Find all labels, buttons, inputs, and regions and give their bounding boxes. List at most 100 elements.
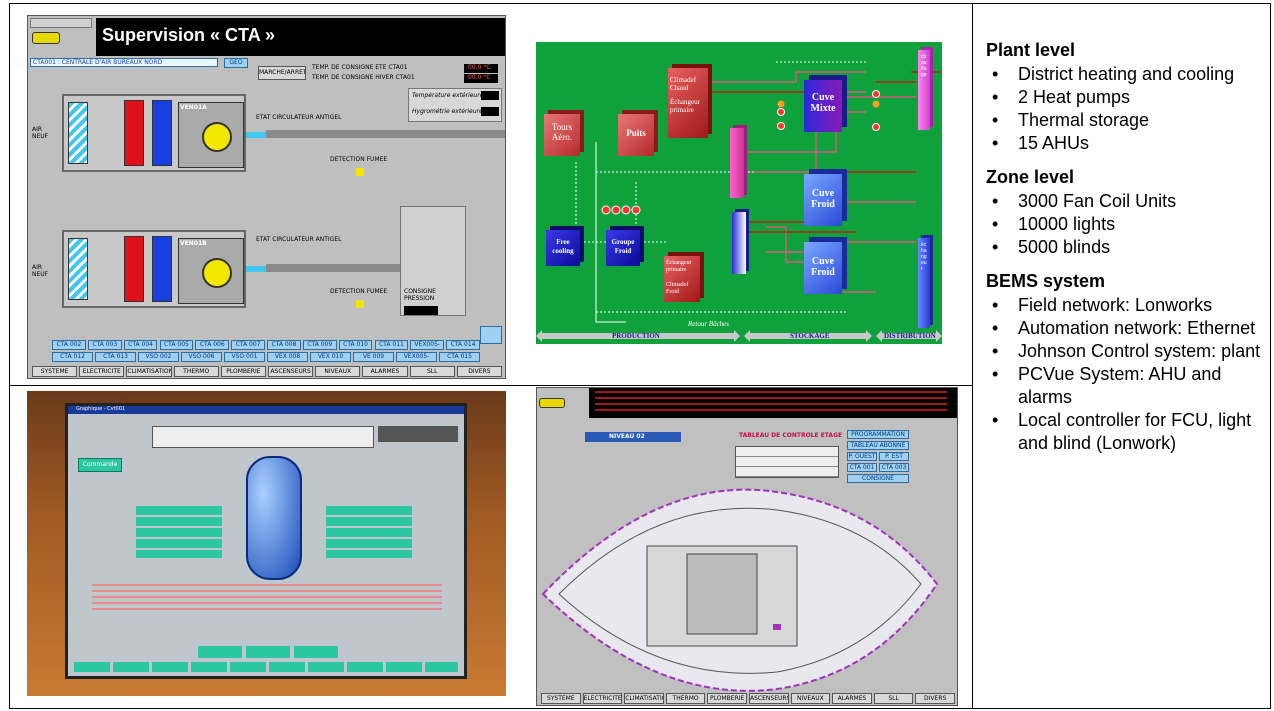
menu-button[interactable]: ELECTRICITE bbox=[582, 693, 623, 704]
menu-button[interactable]: CLIMATISATION bbox=[126, 366, 172, 377]
plant-diagram: Tours Aéro. Puits Climadef Chaud Échange… bbox=[536, 42, 942, 344]
cta-nav-button[interactable]: CTA 003 bbox=[87, 340, 122, 350]
cta-nav-button[interactable]: CTA 009 bbox=[302, 340, 337, 350]
list-item: 2 Heat pumps bbox=[986, 86, 1266, 109]
list-item: PCVue System: AHU and alarms bbox=[986, 363, 1266, 409]
level-title: NIVEAU 02 bbox=[585, 432, 681, 442]
filter-b bbox=[68, 238, 88, 300]
p-ouest-button[interactable]: P. OUEST bbox=[847, 452, 877, 461]
cta-nav-button[interactable]: CTA 008 bbox=[267, 340, 301, 350]
list-item: 3000 Fan Coil Units bbox=[986, 190, 1266, 213]
cooling-coil-b bbox=[152, 236, 172, 302]
floor-plan-svg bbox=[541, 488, 939, 692]
cta-nav-button[interactable]: VEX 010 bbox=[310, 352, 351, 362]
menu-button[interactable]: NIVEAUX bbox=[790, 693, 831, 704]
tag-box bbox=[378, 426, 458, 442]
storage-tank bbox=[246, 456, 302, 580]
list-item: Automation network: Ethernet bbox=[986, 317, 1266, 340]
menu-button[interactable]: CLIMATISATION bbox=[624, 693, 664, 704]
fan-a-label: VEN01A bbox=[180, 104, 207, 111]
cta-nav-button[interactable]: VSO 001 bbox=[224, 352, 265, 362]
menu-button[interactable]: SLL bbox=[873, 693, 914, 704]
distribution-label: DISTRIBUTION bbox=[884, 332, 936, 340]
menu-button[interactable]: DIVERS bbox=[456, 366, 502, 377]
menu-button[interactable]: ELECTRICITE bbox=[79, 366, 125, 377]
right-data-grid bbox=[326, 506, 412, 558]
info-column: Plant level District heating and cooling… bbox=[986, 40, 1266, 467]
view-button[interactable] bbox=[480, 326, 502, 344]
cta-nav-button[interactable]: VEX005-VEX1A-VEX004 bbox=[396, 352, 437, 362]
window-titlebar: Graphique - Cvt001 bbox=[68, 406, 464, 414]
cta-003-button[interactable]: CTA 003 bbox=[879, 463, 909, 472]
stockage-label: STOCKAGE bbox=[790, 332, 830, 340]
heating-coil-b bbox=[124, 236, 144, 302]
menu-button[interactable]: PLOMBERIE bbox=[220, 366, 266, 377]
bottom-buttons bbox=[198, 646, 338, 658]
consigne-plateau-button[interactable]: CONSIGNE PLATEAU bbox=[847, 474, 909, 483]
menu-button[interactable]: THERMO FRIGO bbox=[173, 366, 219, 377]
air-neuf-label-b: AIR NEUF bbox=[32, 264, 49, 278]
cta-nav-button[interactable]: CTA 010 bbox=[338, 340, 373, 350]
menu-button[interactable]: PLOMBERIE bbox=[707, 693, 747, 704]
fan-a-icon[interactable] bbox=[202, 122, 232, 152]
menu-button[interactable]: ALARMES bbox=[832, 693, 872, 704]
programmation-button[interactable]: PROGRAMMATION HORAIRE bbox=[847, 430, 909, 439]
cta-nav-button[interactable]: CTA 012 bbox=[52, 352, 93, 362]
towers-box: Tours Aéro. bbox=[544, 114, 580, 156]
cta-nav-button[interactable]: CTA 011 bbox=[374, 340, 409, 350]
det-a-indicator bbox=[356, 168, 364, 176]
tableau-abonne-button[interactable]: TABLEAU ABONNE bbox=[847, 441, 909, 450]
p-est-button[interactable]: P. EST bbox=[879, 452, 909, 461]
cta-nav-button[interactable]: VEX005-VEX002 bbox=[410, 340, 445, 350]
zone-level-section: Zone level 3000 Fan Coil Units10000 ligh… bbox=[986, 167, 1266, 259]
cta-supervision-screenshot: Supervision « CTA » CTA001 : CENTRALE D'… bbox=[27, 15, 506, 379]
cta-nav-button[interactable]: VEX 008 bbox=[267, 352, 308, 362]
det-b-label: DETECTION FUMEE bbox=[330, 288, 388, 295]
menu-button[interactable]: ASCENSEURS bbox=[268, 366, 314, 377]
menu-button[interactable]: SLL bbox=[409, 366, 455, 377]
cuve-froid-2-box: Cuve Froid bbox=[804, 242, 842, 294]
subtitle-text: CTA001 : CENTRALE D'AIR BUREAUX NORD bbox=[33, 59, 163, 66]
tableau-controle: TABLEAU DE CONTROLE ETAGE bbox=[739, 432, 843, 439]
groupe-froid-box: Groupe Froid bbox=[606, 230, 640, 266]
menu-button[interactable]: NIVEAUX bbox=[315, 366, 361, 377]
scada-window-controls[interactable] bbox=[30, 18, 92, 28]
menu-button[interactable]: ASCENSEURS bbox=[749, 693, 789, 704]
command-button[interactable]: Commande bbox=[78, 458, 122, 472]
floor-plan-screenshot: NIVEAU 02 TABLEAU DE CONTROLE ETAGE PROG… bbox=[536, 387, 958, 706]
cta-nav-button[interactable]: CTA 014 bbox=[446, 340, 480, 350]
cta-nav-button[interactable]: CTA 004 bbox=[123, 340, 158, 350]
menu-button[interactable]: SYSTEME bbox=[32, 366, 78, 377]
subtitle-box: CTA001 : CENTRALE D'AIR BUREAUX NORD bbox=[30, 58, 218, 67]
cta-nav-button[interactable]: CTA 005 bbox=[159, 340, 194, 350]
cta-nav-button[interactable]: VE 009 bbox=[353, 352, 394, 362]
production-label: PRODUCTION bbox=[612, 332, 660, 340]
marche-arret-button[interactable]: MARCHE/ARRET CTA bbox=[258, 66, 306, 80]
monitor-photo: Graphique - Cvt001 Commande bbox=[27, 391, 506, 696]
cta-001-button[interactable]: CTA 001 bbox=[847, 463, 877, 472]
filter-a bbox=[68, 102, 88, 164]
pipe-lines bbox=[92, 584, 442, 614]
cta-nav-button[interactable]: CTA 002 bbox=[52, 340, 86, 350]
fan-b-icon[interactable] bbox=[202, 258, 232, 288]
cta-nav-button[interactable]: VSO 006 bbox=[181, 352, 222, 362]
consigne-ete-label: TEMP. DE CONSIGNE ETE CTA01 bbox=[312, 64, 408, 71]
alarm-banner bbox=[589, 388, 957, 418]
cta-nav-button[interactable]: CTA 015 bbox=[439, 352, 480, 362]
consigne-pression-label: CONSIGNE PRESSION bbox=[404, 288, 436, 302]
layout-column-divider bbox=[972, 3, 973, 709]
det-a-label: DETECTION FUMEE bbox=[330, 156, 388, 163]
control-grid bbox=[735, 446, 839, 478]
menu-button[interactable]: ALARMES bbox=[362, 366, 408, 377]
cta-nav-button[interactable]: VSO 002 bbox=[138, 352, 179, 362]
cta-nav-button[interactable]: CTA 006 bbox=[195, 340, 230, 350]
menu-button[interactable]: THERMO FRIGO bbox=[665, 693, 706, 704]
layout-row-divider bbox=[9, 385, 972, 386]
list-item: 10000 lights bbox=[986, 213, 1266, 236]
geo-button[interactable]: GEO bbox=[224, 58, 248, 68]
list-item: 5000 blinds bbox=[986, 236, 1266, 259]
cta-nav-button[interactable]: CTA 007 bbox=[231, 340, 265, 350]
menu-button[interactable]: SYSTEME bbox=[541, 693, 581, 704]
menu-button[interactable]: DIVERS bbox=[915, 693, 955, 704]
cta-nav-button[interactable]: CTA 013 bbox=[95, 352, 136, 362]
